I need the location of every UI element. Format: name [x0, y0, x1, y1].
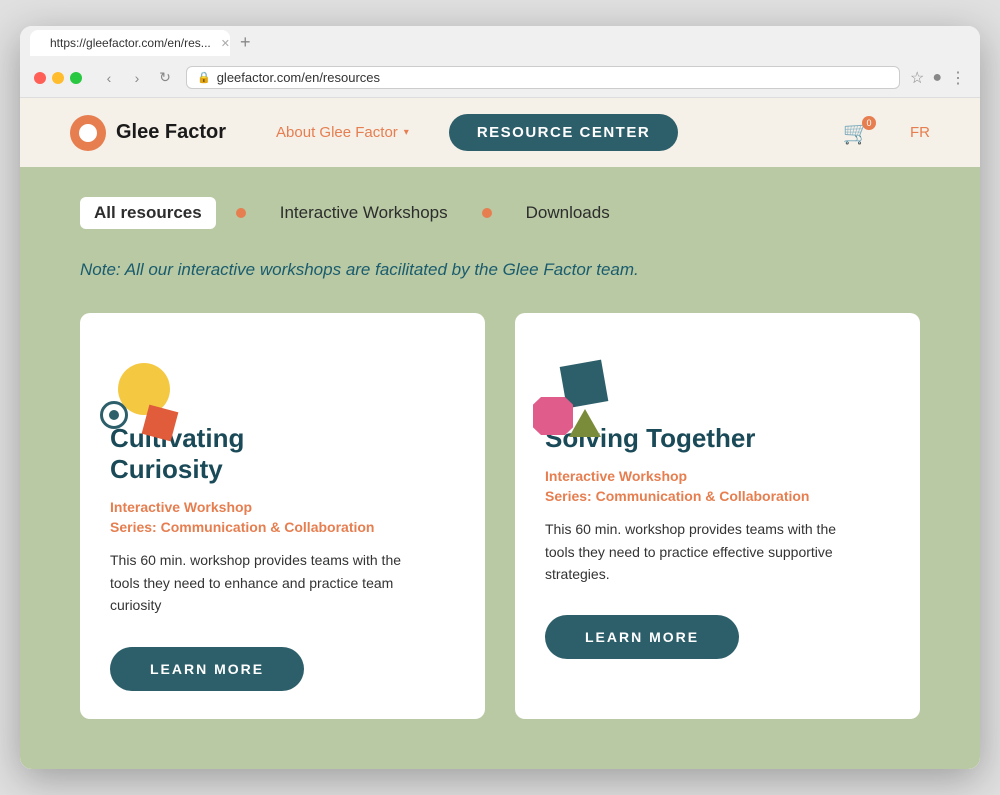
dot-separator-2 — [482, 208, 492, 218]
filter-tabs: All resources Interactive Workshops Down… — [80, 197, 920, 229]
main-content: All resources Interactive Workshops Down… — [20, 167, 980, 768]
tab-interactive-workshops[interactable]: Interactive Workshops — [266, 197, 462, 229]
resource-center-button[interactable]: RESOURCE CENTER — [449, 114, 678, 151]
chevron-down-icon: ▾ — [404, 127, 409, 138]
new-tab-button[interactable]: + — [234, 32, 257, 53]
maximize-button[interactable] — [70, 72, 82, 84]
card-1-series: Series: Communication & Collaboration — [110, 519, 455, 535]
logo-area: Glee Factor — [70, 115, 226, 151]
logo-inner-circle — [79, 124, 97, 142]
reload-button[interactable]: ↻ — [154, 67, 176, 89]
card-cultivating-curiosity: Cultivating Curiosity Interactive Worksh… — [80, 313, 485, 719]
card-solving-together: Solving Together Interactive Workshop Se… — [515, 313, 920, 719]
dot-separator-1 — [236, 208, 246, 218]
back-button[interactable]: ‹ — [98, 67, 120, 89]
tab-all-resources[interactable]: All resources — [80, 197, 216, 229]
browser-titlebar: ‹ › ↻ 🔒 gleefactor.com/en/resources ☆ ● … — [20, 56, 980, 98]
close-button[interactable] — [34, 72, 46, 84]
pink-puzzle-shape — [533, 397, 573, 435]
card-2-illustration — [525, 363, 615, 443]
note-text: Note: All our interactive workshops are … — [80, 257, 920, 283]
tab-downloads[interactable]: Downloads — [512, 197, 624, 229]
green-triangle-shape — [569, 409, 601, 437]
address-bar[interactable]: 🔒 gleefactor.com/en/resources — [186, 66, 900, 89]
card-1-illustration — [90, 363, 180, 443]
language-label: FR — [910, 124, 930, 141]
nav-about-menu[interactable]: About Glee Factor ▾ — [276, 124, 409, 141]
minimize-button[interactable] — [52, 72, 64, 84]
browser-actions: ☆ ● ⋮ — [910, 68, 966, 88]
resource-center-label: RESOURCE CENTER — [477, 124, 650, 141]
red-square-shape — [142, 405, 179, 442]
tab-title: https://gleefactor.com/en/res... — [50, 36, 211, 50]
menu-icon[interactable]: ⋮ — [950, 68, 966, 88]
traffic-lights — [34, 72, 82, 84]
page-content: Glee Factor About Glee Factor ▾ RESOURCE… — [20, 98, 980, 768]
cart-button[interactable]: 🛒 0 — [843, 120, 870, 146]
tab-bar: https://gleefactor.com/en/res... ✕ + — [20, 26, 980, 56]
logo-icon — [70, 115, 106, 151]
tab-close-button[interactable]: ✕ — [221, 37, 230, 50]
bookmark-icon[interactable]: ☆ — [910, 68, 924, 88]
language-button[interactable]: FR — [910, 124, 930, 141]
card-1-type: Interactive Workshop — [110, 499, 455, 515]
browser-window: https://gleefactor.com/en/res... ✕ + ‹ ›… — [20, 26, 980, 768]
eye-shape — [100, 401, 128, 429]
active-tab[interactable]: https://gleefactor.com/en/res... ✕ — [30, 30, 230, 56]
eye-pupil-shape — [109, 410, 119, 420]
card-2-series: Series: Communication & Collaboration — [545, 488, 890, 504]
url-text: gleefactor.com/en/resources — [217, 70, 889, 85]
profile-icon[interactable]: ● — [932, 69, 942, 87]
cart-badge: 0 — [862, 116, 876, 130]
cards-grid: Cultivating Curiosity Interactive Worksh… — [80, 313, 920, 719]
nav-about-label: About Glee Factor — [276, 124, 398, 141]
logo-text: Glee Factor — [116, 121, 226, 144]
card-2-learn-more-button[interactable]: LEARN MORE — [545, 615, 739, 659]
card-2-type: Interactive Workshop — [545, 468, 890, 484]
card-1-learn-more-button[interactable]: LEARN MORE — [110, 647, 304, 691]
site-header: Glee Factor About Glee Factor ▾ RESOURCE… — [20, 98, 980, 167]
card-1-description: This 60 min. workshop provides teams wit… — [110, 549, 403, 616]
browser-nav: ‹ › ↻ — [98, 67, 176, 89]
card-2-description: This 60 min. workshop provides teams wit… — [545, 518, 838, 585]
lock-icon: 🔒 — [197, 71, 211, 84]
forward-button[interactable]: › — [126, 67, 148, 89]
